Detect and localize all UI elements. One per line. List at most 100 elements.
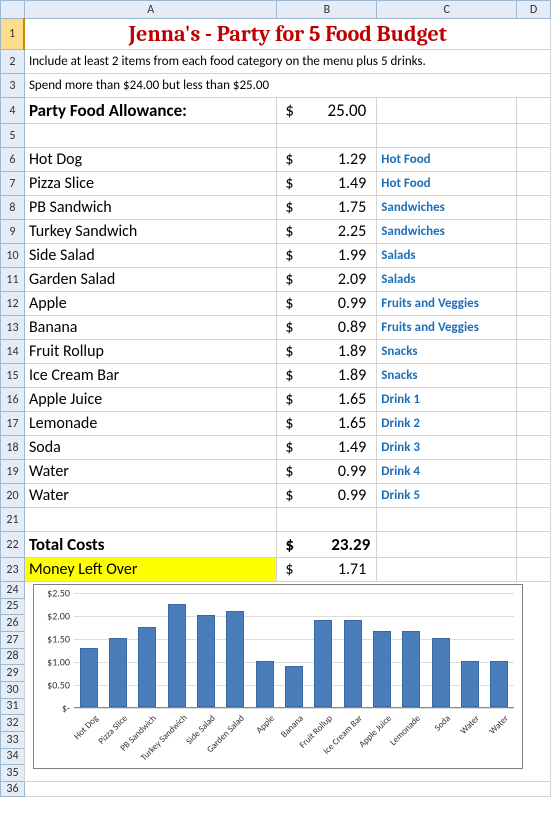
item-category[interactable]: Drink 3 — [377, 436, 517, 460]
cell-D11[interactable] — [517, 268, 551, 292]
col-header-B[interactable]: B — [277, 1, 377, 19]
item-price[interactable]: $0.99 — [277, 292, 377, 316]
row-header-1[interactable]: 1 — [1, 19, 25, 50]
item-category[interactable]: Snacks — [377, 364, 517, 388]
cell-D15[interactable] — [517, 364, 551, 388]
row-header-11[interactable]: 11 — [1, 268, 25, 292]
row-header-22[interactable]: 22 — [1, 532, 25, 558]
cell-D12[interactable] — [517, 292, 551, 316]
item-price[interactable]: $1.75 — [277, 196, 377, 220]
item-name[interactable]: PB Sandwich — [24, 196, 276, 220]
item-name[interactable]: Side Salad — [24, 244, 276, 268]
instruction-1[interactable]: Include at least 2 items from each food … — [24, 50, 550, 74]
cell-D13[interactable] — [517, 316, 551, 340]
item-name[interactable]: Apple — [24, 292, 276, 316]
cell-C21[interactable] — [377, 508, 517, 532]
item-price[interactable]: $1.99 — [277, 244, 377, 268]
cell-C5[interactable] — [377, 124, 517, 148]
item-price[interactable]: $2.09 — [277, 268, 377, 292]
row-header-7[interactable]: 7 — [1, 172, 25, 196]
cell-D6[interactable] — [517, 148, 551, 172]
cell-C4[interactable] — [377, 98, 517, 124]
item-price[interactable]: $0.99 — [277, 460, 377, 484]
item-category[interactable]: Hot Food — [377, 172, 517, 196]
row-header-19[interactable]: 19 — [1, 460, 25, 484]
item-price[interactable]: $0.89 — [277, 316, 377, 340]
item-category[interactable]: Hot Food — [377, 148, 517, 172]
row-header-3[interactable]: 3 — [1, 74, 25, 98]
row-header-2[interactable]: 2 — [1, 50, 25, 74]
item-name[interactable]: Ice Cream Bar — [24, 364, 276, 388]
item-category[interactable]: Fruits and Veggies — [377, 292, 517, 316]
item-name[interactable]: Hot Dog — [24, 148, 276, 172]
cell-D16[interactable] — [517, 388, 551, 412]
item-price[interactable]: $1.29 — [277, 148, 377, 172]
row-header-15[interactable]: 15 — [1, 364, 25, 388]
cell-C22[interactable] — [377, 532, 517, 558]
col-header-A[interactable]: A — [24, 1, 276, 19]
title-cell[interactable]: Jenna's - Party for 5 Food Budget — [24, 19, 550, 50]
cell-B21[interactable] — [277, 508, 377, 532]
item-category[interactable]: Fruits and Veggies — [377, 316, 517, 340]
row-header-28[interactable]: 28 — [1, 648, 25, 665]
item-price[interactable]: $1.49 — [277, 436, 377, 460]
row-header-26[interactable]: 26 — [1, 615, 25, 632]
col-header-C[interactable]: C — [377, 1, 517, 19]
row-header-35[interactable]: 35 — [1, 765, 25, 782]
item-price[interactable]: $1.89 — [277, 340, 377, 364]
item-price[interactable]: $1.65 — [277, 412, 377, 436]
row-header-5[interactable]: 5 — [1, 124, 25, 148]
instruction-2[interactable]: Spend more than $24.00 but less than $25… — [24, 74, 550, 98]
row-header-29[interactable]: 29 — [1, 665, 25, 682]
total-value[interactable]: $23.29 — [277, 532, 377, 558]
row-header-31[interactable]: 31 — [1, 698, 25, 715]
total-label[interactable]: Total Costs — [24, 532, 276, 558]
item-name[interactable]: Garden Salad — [24, 268, 276, 292]
row-header-8[interactable]: 8 — [1, 196, 25, 220]
item-name[interactable]: Turkey Sandwich — [24, 220, 276, 244]
cell-D22[interactable] — [517, 532, 551, 558]
item-name[interactable]: Pizza Slice — [24, 172, 276, 196]
row-header-21[interactable]: 21 — [1, 508, 25, 532]
cell-A21[interactable] — [24, 508, 276, 532]
cell-D19[interactable] — [517, 460, 551, 484]
cell-D23[interactable] — [517, 558, 551, 582]
item-name[interactable]: Banana — [24, 316, 276, 340]
cell-D9[interactable] — [517, 220, 551, 244]
row-header-30[interactable]: 30 — [1, 681, 25, 698]
item-price[interactable]: $2.25 — [277, 220, 377, 244]
cell-D8[interactable] — [517, 196, 551, 220]
item-price[interactable]: $1.89 — [277, 364, 377, 388]
cell-row36[interactable] — [24, 782, 550, 797]
item-category[interactable]: Sandwiches — [377, 196, 517, 220]
cell-D14[interactable] — [517, 340, 551, 364]
item-name[interactable]: Water — [24, 460, 276, 484]
row-header-12[interactable]: 12 — [1, 292, 25, 316]
item-price[interactable]: $0.99 — [277, 484, 377, 508]
row-header-10[interactable]: 10 — [1, 244, 25, 268]
allowance-value[interactable]: $25.00 — [277, 98, 377, 124]
row-header-23[interactable]: 23 — [1, 558, 25, 582]
leftover-label[interactable]: Money Left Over — [24, 558, 276, 582]
cell-B5[interactable] — [277, 124, 377, 148]
item-category[interactable]: Snacks — [377, 340, 517, 364]
cell-C23[interactable] — [377, 558, 517, 582]
item-category[interactable]: Drink 5 — [377, 484, 517, 508]
row-header-24[interactable]: 24 — [1, 582, 25, 599]
cell-D5[interactable] — [517, 124, 551, 148]
chart-area[interactable]: $-$0.50$1.00$1.50$2.00$2.50 Hot DogPizza… — [24, 582, 550, 782]
allowance-label[interactable]: Party Food Allowance: — [24, 98, 276, 124]
cell-D17[interactable] — [517, 412, 551, 436]
item-category[interactable]: Drink 4 — [377, 460, 517, 484]
item-name[interactable]: Soda — [24, 436, 276, 460]
item-name[interactable]: Lemonade — [24, 412, 276, 436]
row-header-18[interactable]: 18 — [1, 436, 25, 460]
spreadsheet[interactable]: A B C D 1 Jenna's - Party for 5 Food Bud… — [0, 0, 551, 797]
cell-D4[interactable] — [517, 98, 551, 124]
item-price[interactable]: $1.65 — [277, 388, 377, 412]
row-header-9[interactable]: 9 — [1, 220, 25, 244]
cell-D10[interactable] — [517, 244, 551, 268]
item-category[interactable]: Drink 2 — [377, 412, 517, 436]
cell-D20[interactable] — [517, 484, 551, 508]
row-header-32[interactable]: 32 — [1, 715, 25, 732]
